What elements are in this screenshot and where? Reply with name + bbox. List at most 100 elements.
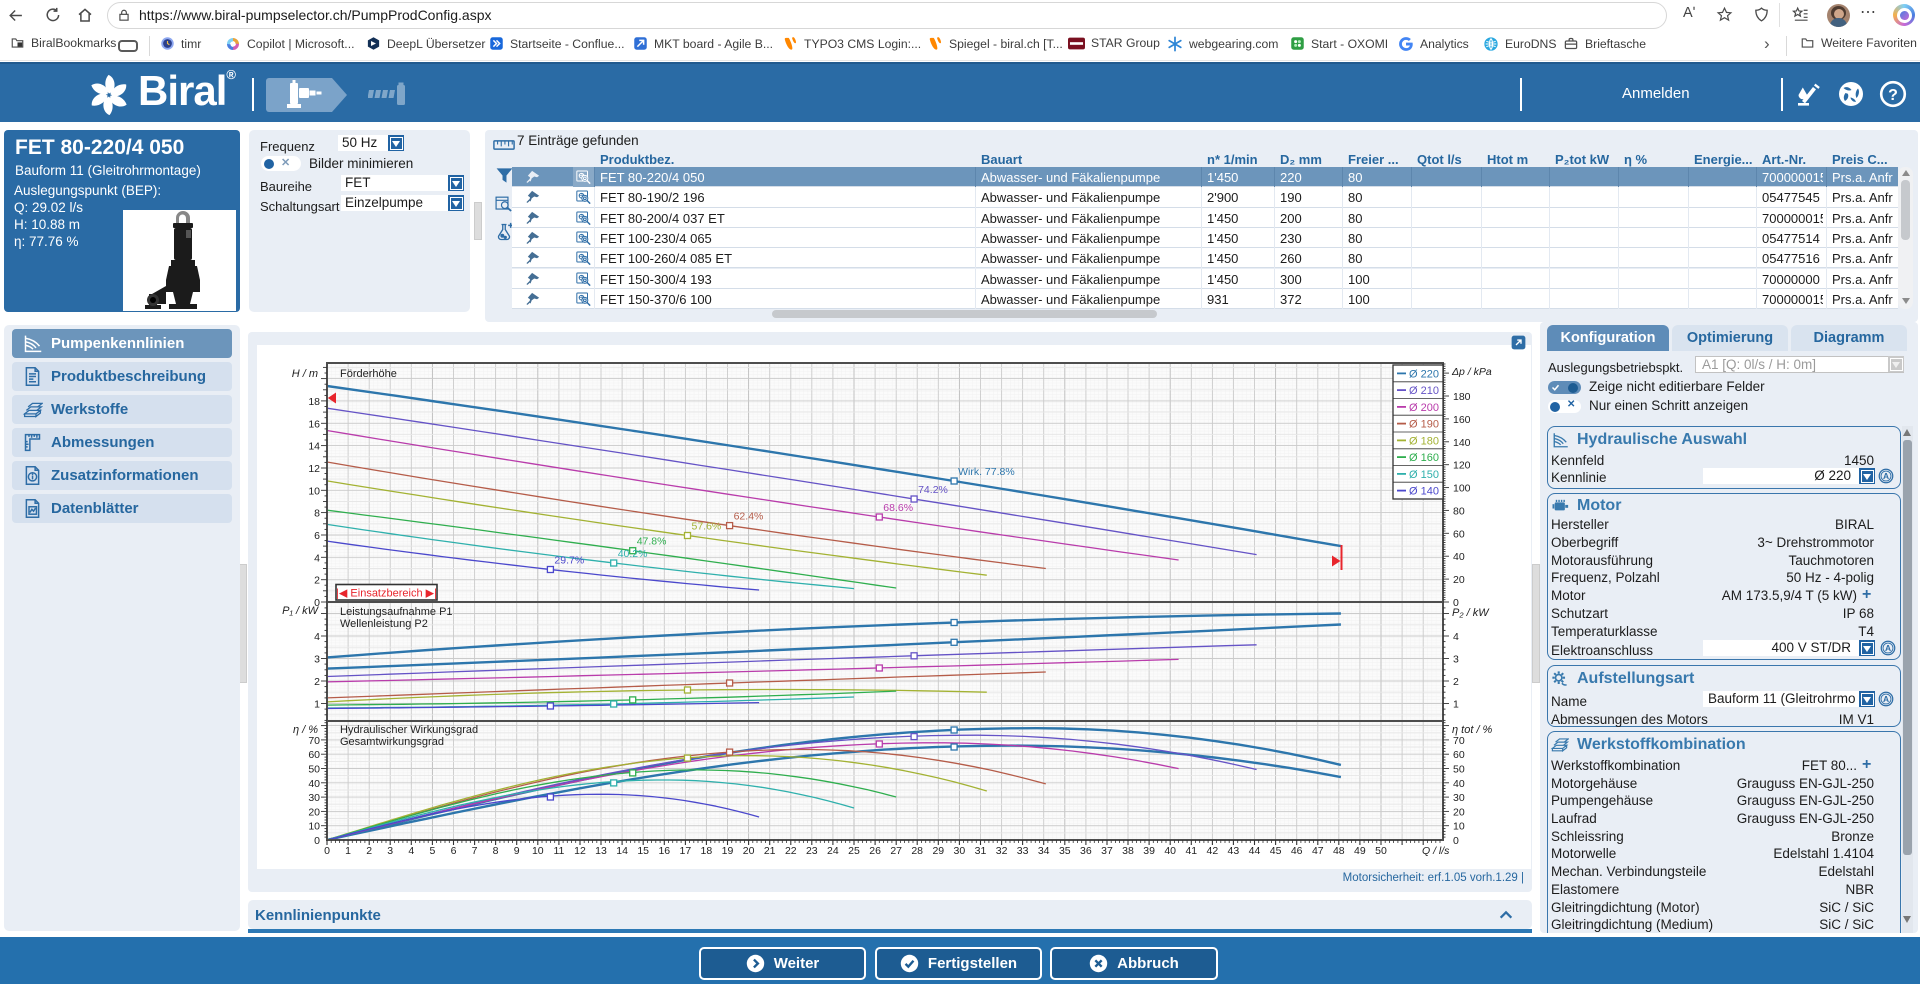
svg-text:P₁ / kW: P₁ / kW <box>282 605 319 617</box>
svg-text:46: 46 <box>1291 845 1303 857</box>
svg-text:43: 43 <box>1228 845 1240 857</box>
svg-text:60: 60 <box>1453 749 1465 761</box>
svg-text:50: 50 <box>1453 764 1465 776</box>
svg-text:140: 140 <box>1453 437 1471 449</box>
svg-text:1: 1 <box>314 699 320 711</box>
svg-text:1: 1 <box>1453 699 1459 711</box>
svg-text:Leistungsaufnahme P1: Leistungsaufnahme P1 <box>340 606 453 618</box>
svg-text:A: A <box>1883 694 1889 704</box>
svg-text:29: 29 <box>932 845 944 857</box>
svg-text:Hydraulischer Wirkungsgrad: Hydraulischer Wirkungsgrad <box>340 724 478 736</box>
svg-text:3: 3 <box>387 845 393 857</box>
svg-text:A: A <box>1883 471 1889 481</box>
svg-text:44: 44 <box>1249 845 1261 857</box>
svg-text:4: 4 <box>408 845 414 857</box>
svg-text:34: 34 <box>1038 845 1050 857</box>
svg-text:?: ? <box>1888 87 1898 104</box>
svg-text:16: 16 <box>308 418 320 430</box>
svg-text:Ø 150: Ø 150 <box>1409 469 1439 481</box>
svg-text:3: 3 <box>314 654 320 666</box>
svg-text:16: 16 <box>658 845 670 857</box>
svg-text:Q / l/s: Q / l/s <box>1422 845 1450 857</box>
svg-text:10: 10 <box>1453 821 1465 833</box>
svg-text:21: 21 <box>764 845 776 857</box>
svg-text:40: 40 <box>1453 778 1465 790</box>
svg-text:11: 11 <box>553 845 564 857</box>
svg-text:31: 31 <box>975 845 987 857</box>
svg-text:30: 30 <box>954 845 966 857</box>
svg-text:12: 12 <box>574 845 586 857</box>
svg-text:70: 70 <box>308 735 320 747</box>
svg-text:Ø 220: Ø 220 <box>1409 368 1439 380</box>
svg-text:20: 20 <box>743 845 755 857</box>
svg-text:8: 8 <box>493 845 499 857</box>
svg-text:49: 49 <box>1354 845 1366 857</box>
svg-text:32: 32 <box>996 845 1008 857</box>
svg-text:47: 47 <box>1312 845 1324 857</box>
svg-text:Gesamtwirkungsgrad: Gesamtwirkungsgrad <box>340 736 444 748</box>
svg-text:10: 10 <box>532 845 544 857</box>
svg-text:4: 4 <box>314 631 320 643</box>
svg-text:η tot / %: η tot / % <box>1452 724 1493 736</box>
svg-text:8: 8 <box>314 508 320 520</box>
svg-text:4: 4 <box>1453 631 1459 643</box>
svg-text:40: 40 <box>1453 551 1465 563</box>
svg-text:4: 4 <box>314 552 320 564</box>
svg-text:Ø 180: Ø 180 <box>1409 435 1439 447</box>
svg-text:1: 1 <box>345 845 351 857</box>
svg-text:39: 39 <box>1143 845 1155 857</box>
svg-text:33: 33 <box>1017 845 1029 857</box>
svg-text:68.6%: 68.6% <box>883 502 913 514</box>
svg-text:5: 5 <box>429 845 435 857</box>
svg-text:2: 2 <box>366 845 372 857</box>
svg-text:6: 6 <box>451 845 457 857</box>
svg-text:28: 28 <box>911 845 923 857</box>
svg-text:0: 0 <box>324 845 330 857</box>
svg-text:10: 10 <box>308 485 320 497</box>
svg-text:20: 20 <box>1453 806 1465 818</box>
svg-text:47.8%: 47.8% <box>637 536 667 548</box>
svg-text:37: 37 <box>1101 845 1113 857</box>
svg-text:23: 23 <box>806 845 818 857</box>
svg-text:0: 0 <box>314 835 320 847</box>
svg-text:15: 15 <box>637 845 649 857</box>
svg-text:100: 100 <box>1453 483 1471 495</box>
svg-text:9: 9 <box>514 845 520 857</box>
svg-text:2: 2 <box>314 676 320 688</box>
svg-text:Ø 160: Ø 160 <box>1409 452 1439 464</box>
svg-text:60: 60 <box>308 749 320 761</box>
svg-text:2: 2 <box>314 575 320 587</box>
svg-text:Ø 190: Ø 190 <box>1409 419 1439 431</box>
svg-text:180: 180 <box>1453 391 1471 403</box>
svg-text:6: 6 <box>314 530 320 542</box>
svg-text:12: 12 <box>308 463 320 475</box>
svg-text:25: 25 <box>848 845 860 857</box>
svg-text:74.2%: 74.2% <box>918 484 948 496</box>
svg-text:19: 19 <box>722 845 734 857</box>
svg-text:P₂ / kW: P₂ / kW <box>1452 607 1490 619</box>
svg-text:7: 7 <box>472 845 478 857</box>
svg-text:Wellenleistung P2: Wellenleistung P2 <box>340 618 428 630</box>
svg-text:18: 18 <box>308 396 320 408</box>
svg-text:10: 10 <box>308 821 320 833</box>
svg-text:Ø 200: Ø 200 <box>1409 402 1439 414</box>
svg-text:Wirk. 77.8%: Wirk. 77.8% <box>958 466 1015 478</box>
svg-text:17: 17 <box>680 845 692 857</box>
svg-text:41: 41 <box>1185 845 1197 857</box>
svg-text:62.4%: 62.4% <box>734 511 764 523</box>
svg-text:14: 14 <box>616 845 628 857</box>
svg-text:Ø 140: Ø 140 <box>1409 486 1439 498</box>
svg-text:60: 60 <box>1453 528 1465 540</box>
svg-text:Förderhöhe: Förderhöhe <box>340 368 397 380</box>
svg-text:45: 45 <box>1270 845 1282 857</box>
svg-text:30: 30 <box>308 792 320 804</box>
svg-text:35: 35 <box>1059 845 1071 857</box>
svg-text:29.7%: 29.7% <box>554 555 584 567</box>
svg-text:η / %: η / % <box>293 724 318 736</box>
svg-text:50: 50 <box>1375 845 1387 857</box>
svg-text:14: 14 <box>308 441 320 453</box>
svg-text:|◀ Einsatzbereich ▶|: |◀ Einsatzbereich ▶| <box>336 588 437 600</box>
svg-text:27: 27 <box>890 845 902 857</box>
svg-text:2: 2 <box>1453 676 1459 688</box>
svg-text:22: 22 <box>785 845 797 857</box>
